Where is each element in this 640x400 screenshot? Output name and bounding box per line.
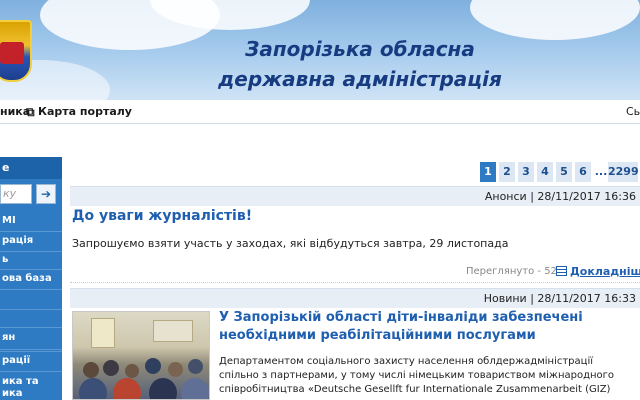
page-link[interactable]: 2 [499, 162, 515, 182]
sidebar-item[interactable]: ь [0, 252, 62, 270]
sitemap-icon: ⧉ [26, 105, 35, 119]
news-text: Запрошуємо взяти участь у заходах, які в… [72, 237, 509, 250]
sidebar-item[interactable]: ова база [0, 270, 62, 290]
news-category-date: Анонси | 28/11/2017 16:36 [484, 190, 636, 203]
search-button[interactable]: ➔ [36, 184, 56, 204]
news-text: Департаментом соціального захисту населе… [219, 355, 639, 397]
news-text-line: спільно з партнерами, у тому числі німец… [219, 370, 615, 381]
news-title[interactable]: До уваги журналістів! [72, 208, 252, 224]
sidebar-item[interactable]: рація [0, 232, 62, 252]
sidebar-item[interactable]: рації [0, 352, 62, 372]
news-text-line: Департаментом соціального захисту населе… [219, 356, 594, 367]
page-link-last[interactable]: 2299 [608, 162, 639, 182]
page-link[interactable]: 4 [537, 162, 553, 182]
header-banner: Запорізька обласна державна адміністраці… [0, 0, 640, 100]
sidebar-heading-text: e [2, 161, 10, 174]
sidebar-item[interactable]: МІ [0, 212, 62, 232]
news-meta-bar: Новини | 28/11/2017 16:33 [70, 288, 640, 308]
page-link[interactable]: 6 [575, 162, 591, 182]
sidebar-item[interactable]: ика [0, 388, 62, 400]
sidebar-heading: e [0, 157, 62, 179]
sidebar-item[interactable] [0, 310, 62, 328]
nav-item-sitemap[interactable]: Карта порталу [38, 105, 132, 118]
sidebar-item[interactable]: ика та [0, 376, 62, 388]
coat-of-arms-logo[interactable] [0, 20, 32, 82]
site-title-line2: державна адміністрація [218, 67, 502, 91]
page-link[interactable]: 5 [556, 162, 572, 182]
nav-item-right-partial[interactable]: Сь [626, 105, 640, 118]
sidebar-item[interactable] [0, 290, 62, 310]
search-input[interactable]: ку [0, 184, 32, 204]
news-photo[interactable] [72, 311, 210, 400]
news-category-date: Новини | 28/11/2017 16:33 [483, 292, 636, 305]
document-icon [556, 266, 567, 276]
news-text-line: співробітництва «Deutsche Gesellft fur I… [219, 384, 611, 395]
news-title[interactable]: У Запорізькій області діти-інваліди забе… [219, 309, 583, 345]
news-meta-bar: Анонси | 28/11/2017 16:36 [70, 186, 640, 206]
divider [70, 282, 640, 283]
news-title-line[interactable]: У Запорізькій області діти-інваліди забе… [219, 309, 583, 327]
top-navigation: ника ⧉ Карта порталу Сь [0, 100, 640, 124]
news-title-line[interactable]: необхідними реабілітаційними послугами [219, 327, 583, 345]
read-more-link[interactable]: Докладніше [570, 265, 640, 278]
sidebar-item[interactable]: ян [0, 328, 62, 350]
page-ellipsis: ... [594, 165, 608, 178]
news-views: Переглянуто - 52 [466, 266, 557, 277]
page-link[interactable]: 3 [518, 162, 534, 182]
page-link[interactable]: 1 [480, 162, 496, 182]
site-title: Запорізька обласна державна адміністраці… [200, 34, 520, 94]
site-title-line1: Запорізька обласна [245, 37, 475, 61]
